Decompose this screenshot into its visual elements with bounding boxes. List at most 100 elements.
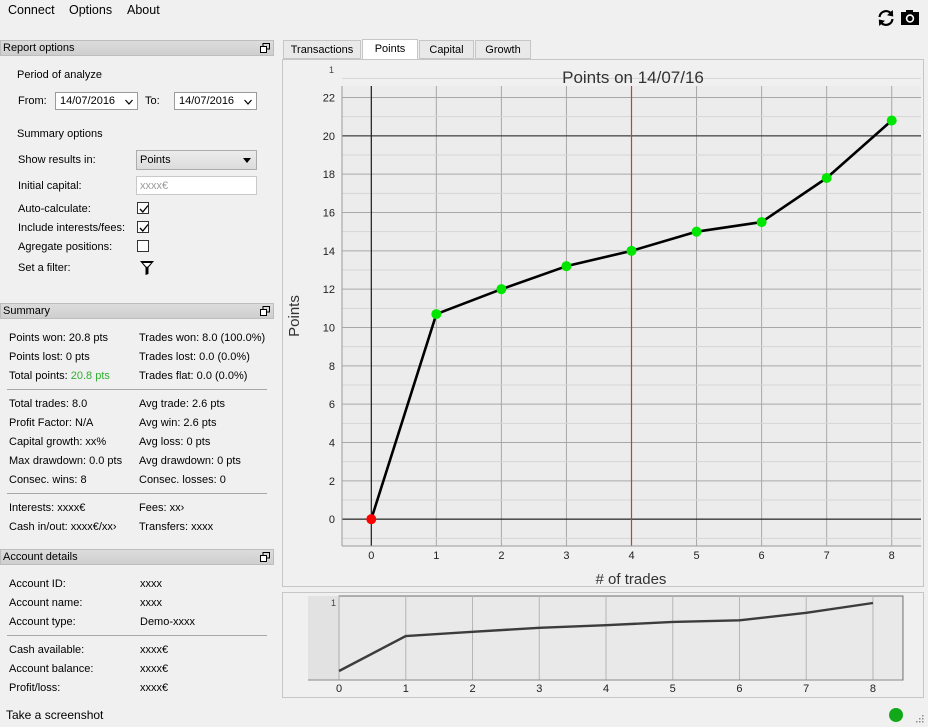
camera-icon[interactable] <box>900 8 920 28</box>
trades-flat: Trades flat: 0.0 (0.0%) <box>139 370 248 382</box>
account-id-label: Account ID: <box>9 578 66 590</box>
avg-trade: Avg trade: 2.6 pts <box>139 398 226 410</box>
to-date-picker[interactable]: 14/07/2016 <box>174 92 257 110</box>
menu-bar: Connect Options About <box>0 0 928 22</box>
y-tick-label: 6 <box>329 399 335 411</box>
to-label: To: <box>145 95 160 107</box>
cash-inout: Cash in/out: xxxx€/xx› <box>9 521 117 533</box>
auto-calc-label: Auto-calculate: <box>18 203 91 215</box>
y-tick-label: 22 <box>323 93 335 105</box>
float-icon[interactable] <box>260 306 270 316</box>
auto-calc-checkbox[interactable] <box>137 202 149 214</box>
total-points: Total points: 20.8 pts <box>9 370 110 382</box>
account-balance-label: Account balance: <box>9 663 94 675</box>
connection-status-indicator <box>889 708 903 722</box>
capital-growth: Capital growth: xx% <box>9 436 107 448</box>
y-tick-label: 4 <box>329 438 335 450</box>
overview-x-tick-label: 5 <box>670 683 676 695</box>
initial-capital-input[interactable]: xxxx€ <box>136 176 257 195</box>
avg-win: Avg win: 2.6 pts <box>139 417 217 429</box>
aggregate-checkbox[interactable] <box>137 240 149 252</box>
data-point <box>886 115 897 126</box>
resize-grip-icon[interactable] <box>915 714 925 724</box>
x-tick-label: 8 <box>889 550 895 562</box>
tab-capital[interactable]: Capital <box>419 40 474 59</box>
data-point <box>626 245 637 256</box>
refresh-icon[interactable] <box>876 8 896 28</box>
tab-transactions[interactable]: Transactions <box>283 40 361 59</box>
fees: Fees: xx› <box>139 502 185 514</box>
x-axis-label: # of trades <box>596 571 667 586</box>
chevron-down-icon <box>125 97 133 105</box>
chart-title: Points on 14/07/16 <box>562 68 704 87</box>
from-date-picker[interactable]: 14/07/2016 <box>55 92 138 110</box>
data-point <box>561 261 572 272</box>
show-results-label: Show results in: <box>18 154 96 166</box>
account-balance-value: xxxx€ <box>140 663 169 675</box>
y-tick-label: 10 <box>323 323 335 335</box>
x-tick-label: 4 <box>628 550 634 562</box>
account-id-value: xxxx <box>140 578 162 590</box>
x-tick-label: 3 <box>563 550 569 562</box>
x-tick-label: 6 <box>759 550 765 562</box>
profit-factor: Profit Factor: N/A <box>9 417 94 429</box>
points-chart[interactable]: 02468101214161820220 1 2 3 4 5 6 7 81 Points on 1… <box>283 60 923 586</box>
profit-loss-label: Profit/loss: <box>9 682 61 694</box>
divider <box>7 389 267 390</box>
overview-x-tick-label: 7 <box>803 683 809 695</box>
data-point <box>496 284 507 295</box>
include-fees-label: Include interests/fees: <box>18 222 126 234</box>
aggregate-label: Agregate positions: <box>18 241 113 253</box>
menu-options[interactable]: Options <box>69 3 112 17</box>
data-point <box>366 514 377 525</box>
check-icon <box>139 224 149 232</box>
tab-points[interactable]: Points <box>362 39 418 59</box>
y-tick-label: 0 <box>329 514 335 526</box>
chevron-down-icon <box>244 97 252 105</box>
summary-header: Summary <box>0 303 274 319</box>
divider <box>7 493 267 494</box>
float-icon[interactable] <box>260 552 270 562</box>
cash-available-label: Cash available: <box>9 644 85 656</box>
overview-x-tick-label: 4 <box>603 683 609 695</box>
total-trades: Total trades: 8.0 <box>9 398 88 410</box>
tab-growth[interactable]: Growth <box>475 40 531 59</box>
y-tick-label: 8 <box>329 361 335 373</box>
x-tick-label: 5 <box>693 550 699 562</box>
float-icon[interactable] <box>260 43 270 53</box>
y-axis-label: Points <box>286 295 303 337</box>
points-won: Points won: 20.8 pts <box>9 332 109 344</box>
from-label: From: <box>18 95 47 107</box>
include-fees-checkbox[interactable] <box>137 221 149 233</box>
points-lost: Points lost: 0 pts <box>9 351 90 363</box>
summary-options-label: Summary options <box>17 128 103 140</box>
profit-loss-value: xxxx€ <box>140 682 169 694</box>
overview-x-tick-label: 3 <box>536 683 542 695</box>
take-screenshot-link[interactable]: Take a screenshot <box>6 708 103 722</box>
show-results-select[interactable]: Points <box>136 150 257 170</box>
check-icon <box>139 205 149 213</box>
avg-drawdown: Avg drawdown: 0 pts <box>139 455 241 467</box>
data-point <box>691 226 702 237</box>
x-tick-label: 2 <box>498 550 504 562</box>
filter-label: Set a filter: <box>18 262 71 274</box>
x-tick-label: 0 <box>368 550 374 562</box>
account-type-label: Account type: <box>9 616 76 628</box>
avg-loss: Avg loss: 0 pts <box>139 436 211 448</box>
y-tick-label: 18 <box>323 169 335 181</box>
overview-chart-panel: 0 1 2 3 4 5 6 7 8 1 <box>282 592 924 698</box>
period-label: Period of analyze <box>17 69 102 81</box>
menu-connect[interactable]: Connect <box>8 3 55 17</box>
menu-about[interactable]: About <box>127 3 160 17</box>
y-tick-label: 12 <box>323 284 335 296</box>
dropdown-arrow-icon <box>243 158 251 163</box>
overview-x-tick-label: 2 <box>469 683 475 695</box>
report-options-header: Report options <box>0 40 274 56</box>
y-tick-label: 14 <box>323 246 335 258</box>
overview-chart[interactable]: 0 1 2 3 4 5 6 7 8 1 <box>283 593 923 697</box>
total-points-value: 20.8 pts <box>70 370 110 382</box>
filter-icon[interactable] <box>139 260 155 276</box>
overview-corner-tick-label: 1 <box>331 598 336 608</box>
trades-won: Trades won: 8.0 (100.0%) <box>139 332 266 344</box>
interests: Interests: xxxx€ <box>9 502 86 514</box>
